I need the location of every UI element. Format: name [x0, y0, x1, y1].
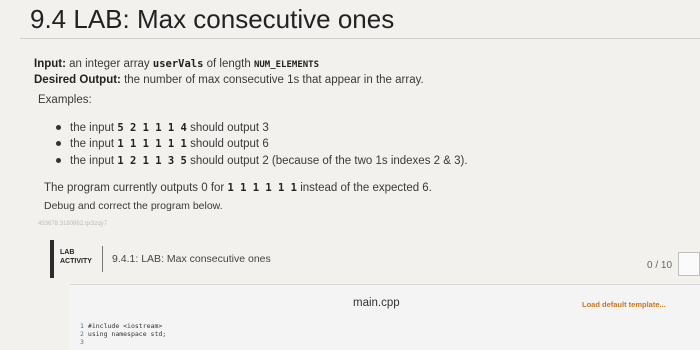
current-post: instead of the expected 6.: [297, 182, 432, 194]
example-post: should output 6: [186, 138, 269, 150]
activity-accent-bar: [50, 240, 54, 278]
example-pre: the input: [70, 138, 118, 150]
example-code: 5 2 1 1 1 4: [117, 122, 187, 134]
score-progress-box: [678, 252, 700, 276]
code-text[interactable]: #include <iostream>: [88, 322, 162, 330]
example-code: 1 1 1 1 1 1: [117, 138, 187, 150]
activity-id: 453678.3180862.qx3zqy7: [38, 221, 108, 227]
current-output-description: The program currently outputs 0 for 1 1 …: [44, 182, 432, 194]
line-number: 1: [80, 322, 84, 330]
bullet-icon: [56, 141, 61, 147]
title-divider: [20, 38, 700, 39]
example-pre: the input: [70, 155, 118, 167]
lab-activity-header: LAB ACTIVITY 9.4.1: LAB: Max consecutive…: [50, 240, 700, 278]
output-description: Desired Output: the number of max consec…: [34, 74, 424, 86]
current-code: 1 1 1 1 1 1: [227, 182, 297, 194]
example-item: the input 1 2 1 1 3 5 should output 2 (b…: [56, 155, 468, 167]
page-title: 9.4 LAB: Max consecutive ones: [30, 4, 395, 34]
current-pre: The program currently outputs 0 for: [44, 182, 228, 194]
input-code-uservals: userVals: [152, 58, 204, 70]
example-item: the input 1 1 1 1 1 1 should output 6: [56, 138, 269, 150]
output-text: the number of max consecutive 1s that ap…: [120, 74, 424, 86]
output-label: Desired Output:: [34, 74, 121, 86]
line-number: 3: [80, 338, 84, 346]
activity-divider: [102, 246, 103, 272]
input-description: Input: an integer array userVals of leng…: [34, 58, 319, 70]
activity-title: 9.4.1: LAB: Max consecutive ones: [112, 253, 271, 265]
activity-score: 0 / 10: [647, 260, 673, 271]
input-text-b: of length: [203, 58, 254, 70]
example-post: should output 2 (because of the two 1s i…: [186, 155, 468, 167]
line-number: 2: [80, 330, 84, 338]
example-pre: the input: [70, 122, 118, 134]
input-code-num-elements: NUM_ELEMENTS: [253, 60, 319, 70]
bullet-icon: [56, 158, 61, 164]
activity-tag: LAB ACTIVITY: [60, 249, 92, 265]
example-code: 1 2 1 1 3 5: [117, 155, 187, 167]
code-editor-panel: main.cpp Load default template... 1 #incl…: [70, 284, 700, 350]
input-label: Input:: [34, 58, 66, 70]
example-item: the input 5 2 1 1 1 4 should output 3: [56, 122, 269, 134]
code-line[interactable]: 2 using namespace std;: [80, 330, 166, 338]
code-text[interactable]: using namespace std;: [88, 330, 166, 338]
input-text-a: an integer array: [65, 58, 153, 70]
examples-label: Examples:: [38, 94, 92, 106]
load-default-template-link[interactable]: Load default template...: [582, 300, 666, 309]
editor-file-name: main.cpp: [353, 297, 400, 309]
code-line[interactable]: 1 #include <iostream>: [80, 322, 162, 330]
example-post: should output 3: [186, 122, 269, 134]
debug-instruction: Debug and correct the program below.: [44, 200, 223, 212]
code-line[interactable]: 3: [80, 338, 88, 346]
bullet-icon: [56, 125, 61, 131]
